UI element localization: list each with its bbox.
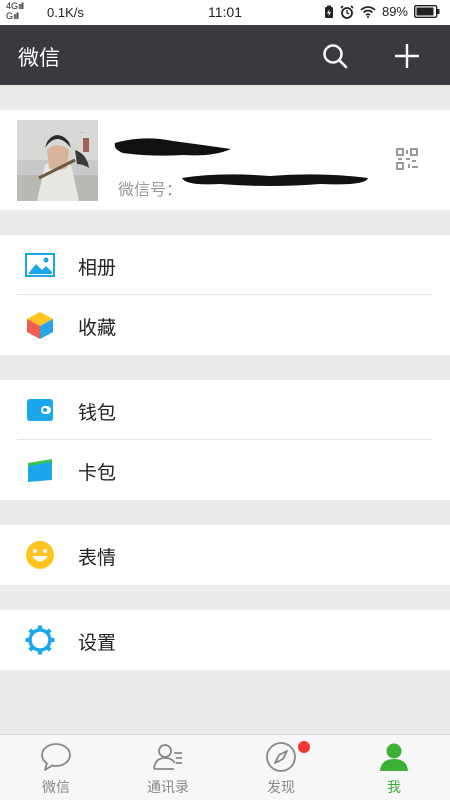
menu-item-settings[interactable]: 设置 <box>0 610 450 670</box>
menu-group-settings: 设置 <box>0 610 450 670</box>
menu-item-wallet[interactable]: 钱包 <box>0 380 450 440</box>
qr-code-icon[interactable] <box>396 148 418 170</box>
battery-charging-icon <box>324 5 333 18</box>
top-nav-bar: 微信 <box>0 25 450 85</box>
menu-item-cards[interactable]: 卡包 <box>0 440 450 500</box>
menu-label-stickers: 表情 <box>78 547 117 569</box>
photo-album-icon <box>25 253 55 277</box>
compass-icon <box>266 742 296 772</box>
search-button[interactable] <box>319 40 351 72</box>
search-icon <box>323 44 348 69</box>
tab-contacts[interactable]: 通讯录 <box>112 735 224 800</box>
battery-icon <box>414 5 440 18</box>
page-title: 微信 <box>18 46 60 70</box>
menu-group-stickers: 表情 <box>0 525 450 585</box>
battery-percent: 89% <box>381 4 408 19</box>
menu-item-favorites[interactable]: 收藏 <box>0 295 450 355</box>
alarm-icon <box>340 4 354 19</box>
nickname-redacted <box>114 138 231 156</box>
tab-label: 通讯录 <box>147 780 189 796</box>
menu-label-settings: 设置 <box>78 632 117 654</box>
smiley-icon <box>26 541 54 569</box>
wechat-id-label: 微信号： <box>118 180 183 199</box>
person-icon <box>380 743 408 771</box>
chat-bubble-icon <box>41 743 71 771</box>
svg-text:· ·: · · <box>80 130 85 136</box>
menu-label-album: 相册 <box>78 257 117 279</box>
card-pack-icon <box>28 459 52 482</box>
tab-chats[interactable]: 微信 <box>0 735 112 800</box>
bottom-tab-bar: 微信 通讯录 发现 我 <box>0 734 450 800</box>
contacts-icon <box>153 744 182 770</box>
tab-me[interactable]: 我 <box>338 735 450 800</box>
avatar[interactable]: · · <box>17 120 98 201</box>
add-button[interactable] <box>391 40 423 72</box>
menu-item-stickers[interactable]: 表情 <box>0 525 450 585</box>
gear-icon <box>25 625 55 655</box>
menu-group-wallet: 钱包 卡包 <box>0 380 450 500</box>
menu-group-album: 相册 收藏 <box>0 235 450 355</box>
tab-label: 发现 <box>267 780 295 796</box>
cube-icon <box>27 312 53 339</box>
tab-label: 微信 <box>42 780 70 796</box>
status-bar: 4Gııll Gııll 0.1K/s 11:01 89% <box>0 0 450 25</box>
wifi-icon <box>360 5 376 18</box>
menu-label-cards: 卡包 <box>78 462 117 484</box>
menu-label-favorites: 收藏 <box>78 317 117 339</box>
wallet-icon <box>27 399 53 421</box>
wechat-id-redacted <box>182 174 368 186</box>
notification-badge <box>298 741 310 753</box>
plus-icon <box>395 44 419 68</box>
tab-label: 我 <box>387 780 401 796</box>
profile-card[interactable]: · · 微信号： <box>0 110 450 210</box>
tab-discover[interactable]: 发现 <box>225 735 337 800</box>
menu-label-wallet: 钱包 <box>78 402 117 424</box>
menu-item-album[interactable]: 相册 <box>0 235 450 295</box>
